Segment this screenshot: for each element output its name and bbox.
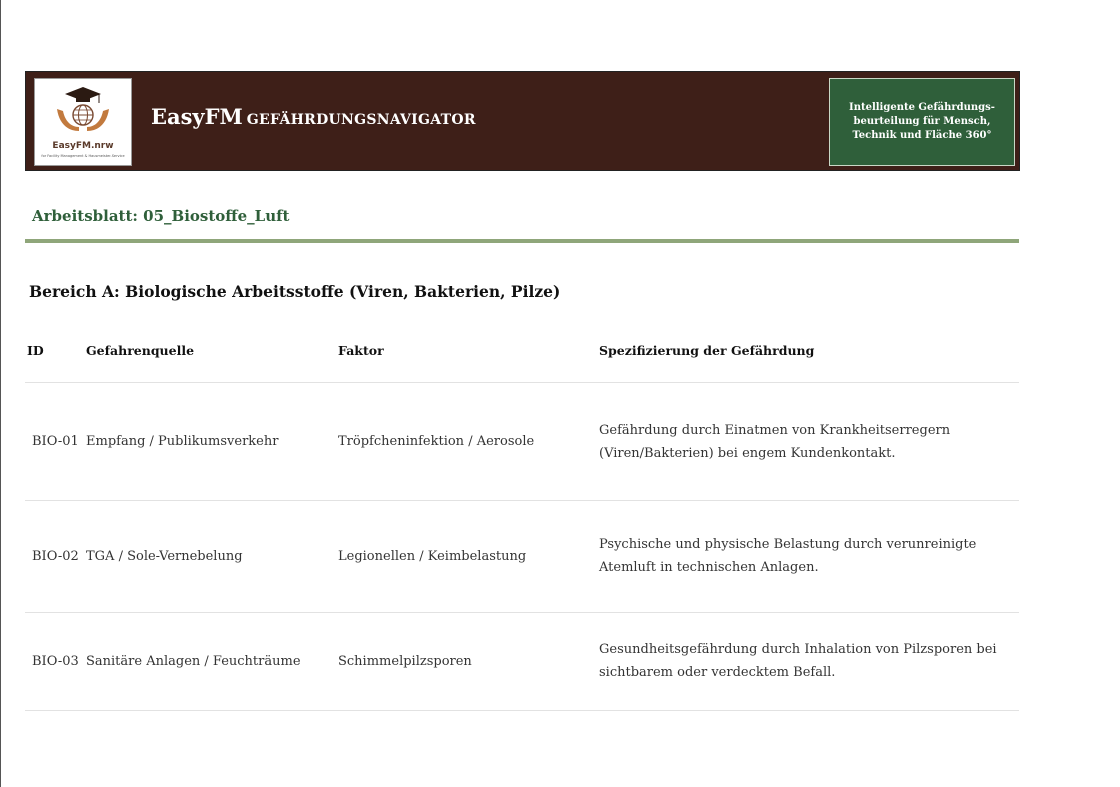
row-id: BIO-03 <box>32 654 79 669</box>
logo-name: EasyFM.nrw <box>52 141 114 151</box>
tagline-box: Intelligente Gefährdungs-beurteilung für… <box>829 78 1015 166</box>
column-header-id: ID <box>27 343 44 358</box>
row-divider <box>25 382 1019 383</box>
logo-tagline: for Facility Management & Hausmeister-Se… <box>41 154 125 158</box>
row-factor: Tröpfcheninfektion / Aerosole <box>338 434 535 449</box>
row-divider <box>25 500 1019 501</box>
row-factor: Schimmelpilzsporen <box>338 654 472 669</box>
row-divider <box>25 612 1019 613</box>
row-spec: Psychische und physische Belastung durch… <box>599 537 977 575</box>
column-header-source: Gefahrenquelle <box>86 343 195 358</box>
app-title: EasyFM GEFÄHRDUNGSNAVIGATOR <box>151 104 476 129</box>
row-id: BIO-01 <box>32 434 79 449</box>
row-id: BIO-02 <box>32 549 79 564</box>
worksheet-title: Arbeitsblatt: 05_Biostoffe_Luft <box>32 207 290 225</box>
column-header-spec: Spezifizierung der Gefährdung <box>599 343 815 358</box>
row-source: Empfang / Publikumsverkehr <box>86 434 279 449</box>
hands-globe-icon <box>57 87 109 131</box>
row-spec: Gefährdung durch Einatmen von Krankheits… <box>599 423 951 461</box>
tagline-text: Intelligente Gefährdungs-beurteilung für… <box>849 102 995 141</box>
row-factor: Legionellen / Keimbelastung <box>338 549 527 564</box>
brand-sub: GEFÄHRDUNGSNAVIGATOR <box>246 112 476 128</box>
section-heading: Bereich A: Biologische Arbeitsstoffe (Vi… <box>29 282 561 301</box>
brand-main: EasyFM <box>151 104 243 129</box>
title-divider <box>25 239 1019 243</box>
column-header-factor: Faktor <box>338 343 384 358</box>
row-divider <box>25 710 1019 711</box>
company-logo: EasyFM.nrw for Facility Management & Hau… <box>34 78 132 166</box>
page-edge-line <box>0 0 1 787</box>
row-spec: Gesundheitsgefährdung durch Inhalation v… <box>599 642 997 680</box>
header-banner: EasyFM.nrw for Facility Management & Hau… <box>25 71 1020 171</box>
row-source: TGA / Sole-Vernebelung <box>86 549 243 564</box>
row-source: Sanitäre Anlagen / Feuchträume <box>86 654 301 669</box>
